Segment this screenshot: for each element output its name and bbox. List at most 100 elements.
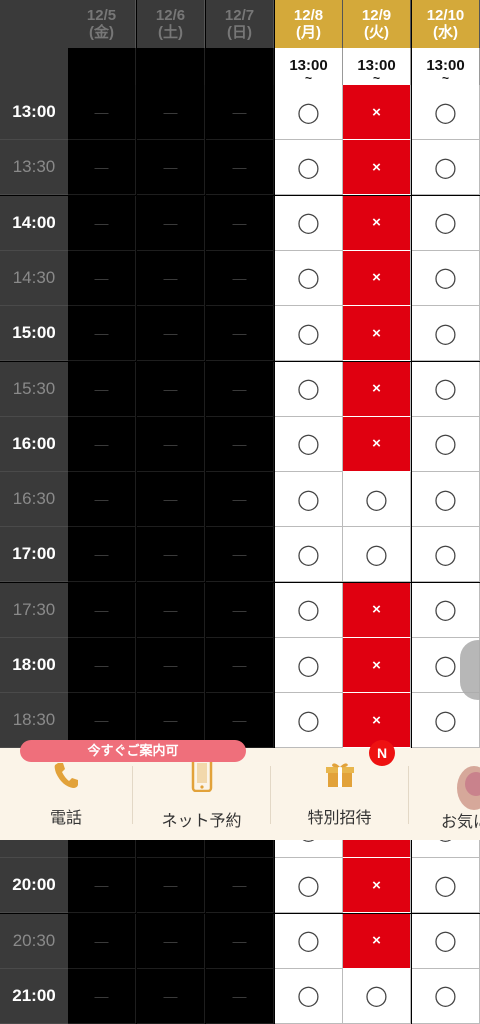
slot-cell-available[interactable]: ◯ [275,968,343,1024]
favorites-label: お気に [441,814,480,831]
slot-cell-available[interactable]: ◯ [412,913,480,969]
day-date: 12/6 [155,7,186,24]
time-slot-row: 17:30— — — ◯ × ◯ [0,582,480,638]
net-reserve-label: ネット予約 [161,812,242,830]
slot-cell-unavailable: × [343,250,411,306]
slot-cell-available[interactable]: ◯ [412,472,480,528]
time-label: 18:00 [0,638,68,693]
slot-cell-available[interactable]: ◯ [412,361,480,417]
slot-cell-off: — [68,361,136,417]
time-label: 16:00 [0,416,68,472]
slot-cell-available[interactable]: ◯ [412,250,480,306]
slot-cell-off: — [68,913,136,969]
time-label: 20:30 [0,913,68,969]
slot-cell-unavailable: × [343,140,411,196]
slot-cell-off: — [137,195,205,251]
day-header: 12/8 (月) [275,0,343,48]
slot-cell-available[interactable]: ◯ [412,416,480,472]
slot-cell-available[interactable]: ◯ [275,306,343,362]
slot-cell-unavailable: × [343,638,411,693]
slot-cell-off: — [206,582,274,638]
slot-cell-available[interactable]: ◯ [275,361,343,417]
time-slot-row: 20:30— — — ◯ × ◯ [0,913,480,969]
slot-cell-available[interactable]: ◯ [412,582,480,638]
time-label: 13:00 [0,85,68,140]
slot-cell-off: — [206,140,274,196]
slot-cell-off: — [68,638,136,693]
time-slot-row: 13:00— — — ◯ × ◯ [0,85,480,140]
day-date: 12/5 [86,7,117,24]
phone-icon [53,761,79,794]
phone-label: 電話 [49,809,82,827]
slot-cell-available[interactable]: ◯ [412,140,480,196]
slot-cell-off: — [68,306,136,362]
slot-cell-available[interactable]: ◯ [412,968,480,1024]
slot-cell-off: — [68,582,136,638]
special-invite-label: 特別招待 [307,809,372,827]
smartphone-icon [191,757,213,797]
slot-cell-available[interactable]: ◯ [343,472,411,528]
slot-cell-off: — [206,472,274,528]
time-slot-row: 16:30— — — ◯ ◯ ◯ [0,472,480,528]
slot-cell-available[interactable]: ◯ [275,527,343,583]
slot-cell-off: — [137,85,205,140]
time-slot-row: 18:00— — — ◯ × ◯ [0,638,480,693]
slot-cell-off: — [68,968,136,1024]
slot-cell-off: — [137,361,205,417]
time-slot-row: 16:00— — — ◯ × ◯ [0,416,480,472]
day-of-week: (日) [227,24,252,41]
slot-cell-available[interactable]: ◯ [275,638,343,693]
new-badge: N [369,740,395,766]
slot-cell-available[interactable]: ◯ [412,195,480,251]
time-label: 21:00 [0,968,68,1024]
slot-cell-unavailable: × [343,85,411,140]
slot-cell-off: — [206,250,274,306]
time-slot-row: 15:30— — — ◯ × ◯ [0,361,480,417]
time-label: 17:30 [0,582,68,638]
scroll-handle[interactable] [460,640,480,700]
slot-cell-off: — [137,968,205,1024]
time-slot-row: 14:30— — — ◯ × ◯ [0,250,480,306]
time-slot-row: 21:00— — — ◯ ◯ ◯ [0,968,480,1024]
time-slot-row: 15:00— — — ◯ × ◯ [0,306,480,362]
slot-cell-available[interactable]: ◯ [275,195,343,251]
slot-cell-available[interactable]: ◯ [275,140,343,196]
day-date: 12/7 [224,7,255,24]
slot-cell-off: — [206,913,274,969]
slot-cell-available[interactable]: ◯ [412,85,480,140]
slot-cell-off: — [68,85,136,140]
slot-cell-available[interactable]: ◯ [275,693,343,749]
slot-cell-off: — [68,858,136,914]
slot-cell-off: — [137,472,205,528]
slot-cell-off: — [206,527,274,583]
slot-cell-available[interactable]: ◯ [343,527,411,583]
slot-cell-off: — [206,306,274,362]
slot-cell-off: — [206,416,274,472]
slot-cell-available[interactable]: ◯ [412,858,480,914]
slot-cell-available[interactable]: ◯ [275,416,343,472]
slot-cell-unavailable: × [343,858,411,914]
slot-cell-off: — [68,140,136,196]
day-header: 12/7 (日) [206,0,274,48]
slot-cell-off: — [206,85,274,140]
slot-cell-available[interactable]: ◯ [343,968,411,1024]
slot-cell-available[interactable]: ◯ [412,527,480,583]
slot-cell-available[interactable]: ◯ [412,306,480,362]
available-now-badge: 今すぐご案内可 [20,740,246,762]
day-of-week: (土) [158,24,183,41]
slot-cell-off: — [137,527,205,583]
slot-cell-available[interactable]: ◯ [275,472,343,528]
slot-cell-available[interactable]: ◯ [275,250,343,306]
day-header: 12/6 (土) [137,0,205,48]
slot-cell-available[interactable]: ◯ [275,913,343,969]
slot-cell-available[interactable]: ◯ [275,582,343,638]
slot-cell-off: — [137,638,205,693]
slot-cell-off: — [68,416,136,472]
slot-cell-available[interactable]: ◯ [275,85,343,140]
slot-cell-available[interactable]: ◯ [275,858,343,914]
slot-cell-available[interactable]: ◯ [412,693,480,749]
day-date: 12/9 [361,7,392,24]
time-label: 16:30 [0,472,68,528]
slot-cell-off: — [68,527,136,583]
slot-cell-off: — [206,638,274,693]
